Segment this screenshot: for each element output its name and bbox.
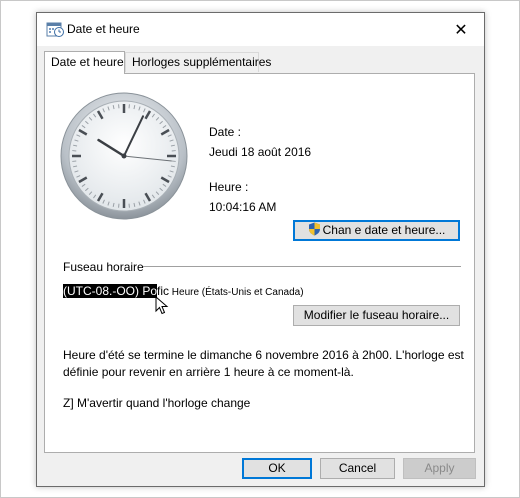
date-label: Date : <box>209 125 242 139</box>
notify-checkbox[interactable]: Z] M'avertir quand l'horloge change <box>63 396 250 410</box>
timezone-value[interactable]: (UTC-08.-OO) Pofic Heure (États-Unis et … <box>63 284 304 298</box>
close-icon: ✕ <box>454 21 468 39</box>
mouse-cursor-icon <box>155 296 169 315</box>
date-time-dialog: Date et heure ✕ Date et heure Horloges s… <box>36 12 485 487</box>
tab-panel: Date : Jeudi 18 août 2016 Heure : 10:04:… <box>44 73 475 453</box>
date-value: Jeudi 18 août 2016 <box>209 145 312 159</box>
change-date-time-button[interactable]: Chan e date et heure... <box>293 220 460 241</box>
time-value: 10:04:16 AM <box>209 200 277 214</box>
ok-button[interactable]: OK <box>242 458 312 479</box>
timezone-section-title: Fuseau horaire <box>63 260 144 274</box>
close-button[interactable]: ✕ <box>438 13 484 46</box>
change-date-time-label: Chan e date et heure... <box>322 223 446 237</box>
section-divider <box>143 266 461 267</box>
tab-horloges-supplementaires[interactable]: Horloges supplémentaires <box>125 52 271 72</box>
analog-clock <box>60 92 188 220</box>
time-label: Heure : <box>209 180 249 194</box>
apply-button[interactable]: Apply <box>403 458 476 479</box>
change-timezone-button[interactable]: Modifier le fuseau horaire... <box>293 305 460 326</box>
timezone-selected-text: (UTC-08.-OO) Po <box>63 284 158 298</box>
window-title: Date et heure <box>67 22 140 36</box>
cancel-button[interactable]: Cancel <box>320 458 395 479</box>
timezone-text-rest-3: Heure (États-Unis et Canada) <box>169 287 304 298</box>
clock-calendar-icon <box>46 22 64 37</box>
title-bar: Date et heure ✕ <box>37 13 484 46</box>
dst-notice: Heure d'été se termine le dimanche 6 nov… <box>63 348 464 379</box>
tab-date-et-heure[interactable]: Date et heure <box>44 51 125 74</box>
uac-shield-icon <box>308 222 320 236</box>
